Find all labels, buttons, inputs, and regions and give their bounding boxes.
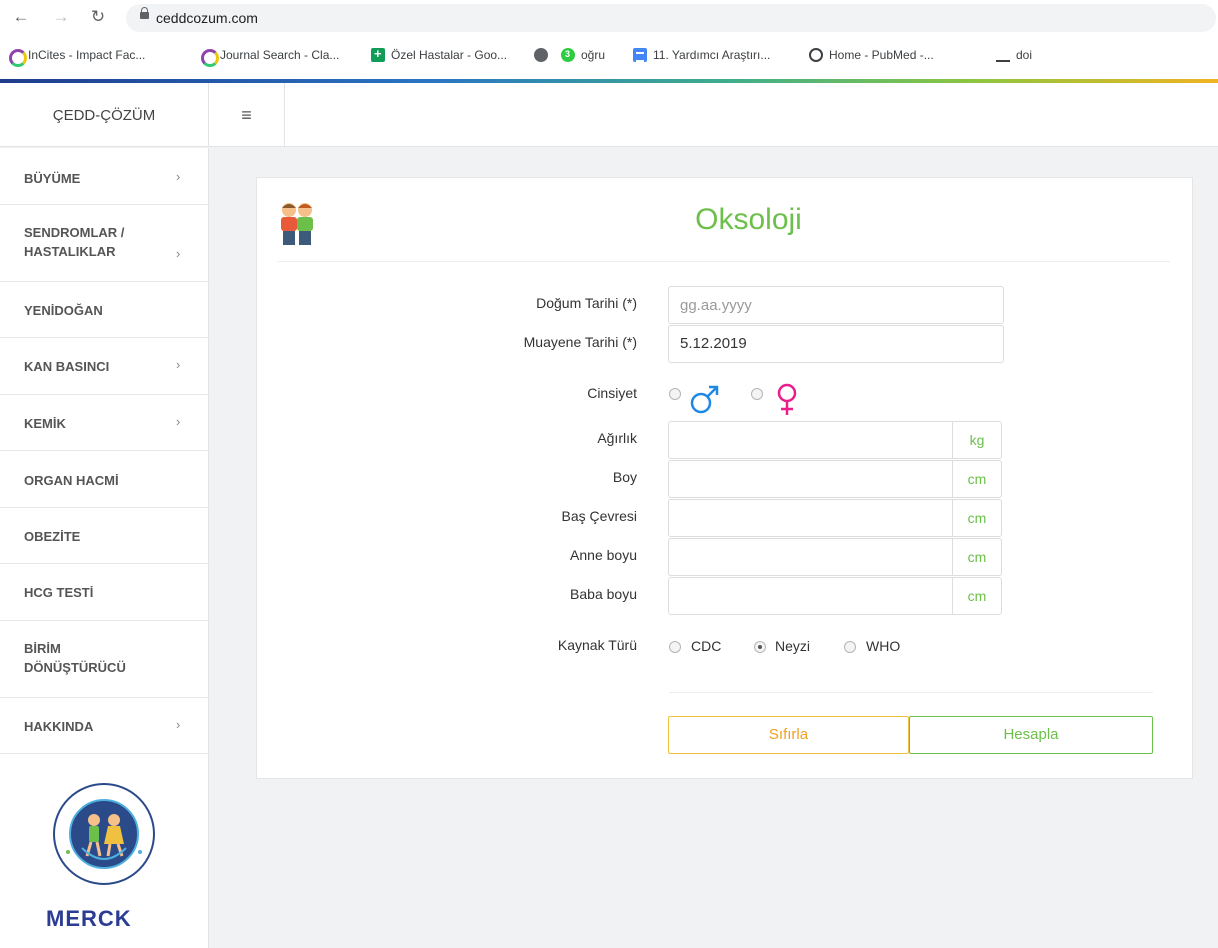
weight-unit: kg [952, 422, 1001, 458]
father-height-label: Baba boyu [570, 586, 637, 602]
app-header: ÇEDD-ÇÖZÜM ≡ [0, 83, 1218, 147]
lock-icon [140, 7, 149, 19]
bookmark-ozel-hastalar[interactable]: Özel Hastalar - Goo... [371, 46, 507, 64]
doi-icon [996, 48, 1010, 62]
sidebar-item-kemik[interactable]: KEMİK › [0, 395, 209, 451]
source-who-radio[interactable] [844, 641, 856, 653]
mother-height-label: Anne boyu [570, 547, 637, 563]
merck-logo: MERCK [46, 906, 132, 931]
reload-icon[interactable]: ↻ [87, 6, 109, 28]
source-cdc-label[interactable]: CDC [691, 638, 721, 654]
weight-input[interactable]: kg [668, 421, 1002, 459]
browser-nav-row: ← → ↻ ceddcozum.com [0, 0, 1218, 36]
page-title: Oksoloji [695, 203, 802, 236]
clarivate-icon [200, 48, 219, 67]
sidebar-item-yenidogan[interactable]: YENİDOĞAN [0, 282, 209, 338]
sidebar-item-sendromlar[interactable]: SENDROMLAR / HASTALIKLAR › [0, 205, 209, 282]
brand-title[interactable]: ÇEDD-ÇÖZÜM [0, 83, 209, 147]
divider [277, 261, 1170, 262]
chevron-right-icon: › [176, 357, 181, 372]
birth-date-input[interactable] [668, 286, 1004, 324]
sidebar-item-hakkinda[interactable]: HAKKINDA › [0, 698, 209, 754]
bookmarks-bar: InCites - Impact Fac... Journal Search -… [0, 42, 1218, 68]
head-unit: cm [952, 500, 1001, 536]
gender-male-radio[interactable] [669, 388, 681, 400]
forward-arrow-icon[interactable]: → [50, 6, 72, 28]
gender-female-radio[interactable] [751, 388, 763, 400]
exam-date-input[interactable]: 5.12.2019 [668, 325, 1004, 363]
calculate-button[interactable]: Hesapla [909, 716, 1153, 754]
association-logo [52, 782, 156, 886]
pubmed-icon [809, 48, 823, 62]
bookmark-yardimci[interactable]: 11. Yardımcı Araştırı... [633, 46, 770, 64]
address-bar[interactable]: ceddcozum.com [126, 4, 1216, 32]
hamburger-icon[interactable]: ≡ [209, 83, 285, 147]
sidebar-item-birim-donusturucu[interactable]: BİRİM DÖNÜŞTÜRÜCÜ [0, 621, 209, 698]
docs-icon [633, 48, 647, 62]
oksoloji-card: Oksoloji Doğum Tarihi (*) Muayene Tarihi… [256, 177, 1193, 779]
mother-unit: cm [952, 539, 1001, 575]
bookmark-globe[interactable] [534, 46, 554, 64]
url-text: ceddcozum.com [156, 10, 258, 26]
bookmark-incites[interactable]: InCites - Impact Fac... [8, 46, 145, 67]
sidebar: BÜYÜME › SENDROMLAR / HASTALIKLAR › YENİ… [0, 148, 209, 948]
mother-height-input[interactable]: cm [668, 538, 1002, 576]
height-input[interactable]: cm [668, 460, 1002, 498]
source-neyzi-label[interactable]: Neyzi [775, 638, 810, 654]
chevron-right-icon: › [176, 246, 181, 261]
sidebar-item-hcg-testi[interactable]: HCG TESTİ [0, 564, 209, 621]
gender-label: Cinsiyet [587, 385, 637, 401]
sidebar-item-organ-hacmi[interactable]: ORGAN HACMİ [0, 451, 209, 508]
source-cdc-radio[interactable] [669, 641, 681, 653]
source-neyzi-radio[interactable] [754, 641, 766, 653]
sidebar-item-buyume[interactable]: BÜYÜME › [0, 148, 209, 205]
birth-date-label: Doğum Tarihi (*) [536, 295, 637, 311]
clarivate-icon [8, 48, 27, 67]
chevron-right-icon: › [176, 717, 181, 732]
exam-date-label: Muayene Tarihi (*) [523, 334, 637, 350]
bookmark-pubmed[interactable]: Home - PubMed -... [809, 46, 934, 64]
female-symbol-icon [777, 383, 797, 415]
bookmark-ogru[interactable]: oğru [561, 46, 605, 64]
bookmark-doi[interactable]: doi [996, 46, 1032, 64]
reset-button[interactable]: Sıfırla [668, 716, 909, 754]
sidebar-item-kan-basinci[interactable]: KAN BASINCI › [0, 338, 209, 395]
head-circumference-label: Baş Çevresi [561, 508, 637, 524]
male-symbol-icon [690, 385, 719, 414]
father-height-input[interactable]: cm [668, 577, 1002, 615]
green-badge-icon [561, 48, 575, 62]
browser-chrome: ← → ↻ ceddcozum.com InCites - Impact Fac… [0, 0, 1218, 83]
divider [669, 692, 1153, 693]
weight-label: Ağırlık [597, 430, 637, 446]
source-who-label[interactable]: WHO [866, 638, 900, 654]
head-circumference-input[interactable]: cm [668, 499, 1002, 537]
chevron-right-icon: › [176, 414, 181, 429]
source-label: Kaynak Türü [557, 637, 637, 653]
bookmark-journal-search[interactable]: Journal Search - Cla... [200, 46, 339, 67]
chevron-right-icon: › [176, 169, 181, 184]
height-unit: cm [952, 461, 1001, 497]
globe-icon [534, 48, 548, 62]
sheets-icon [371, 46, 385, 62]
height-label: Boy [612, 469, 637, 485]
father-unit: cm [952, 578, 1001, 614]
back-arrow-icon[interactable]: ← [10, 6, 32, 28]
sidebar-item-obezite[interactable]: OBEZİTE [0, 508, 209, 564]
